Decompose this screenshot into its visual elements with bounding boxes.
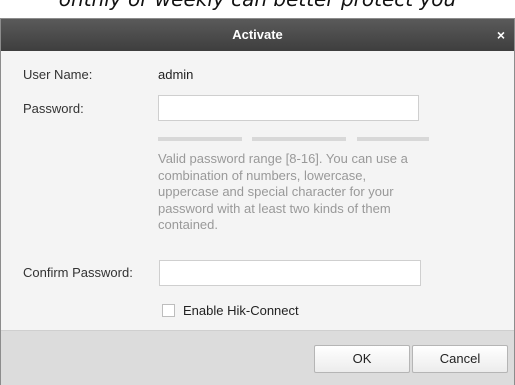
password-label: Password: — [23, 101, 84, 116]
strength-bar-medium — [252, 137, 346, 141]
hik-connect-checkbox[interactable] — [162, 304, 175, 317]
password-hint: Valid password range [8-16]. You can use… — [158, 151, 408, 232]
user-name-value: admin — [158, 67, 194, 82]
ok-button[interactable]: OK — [314, 345, 410, 373]
password-input[interactable] — [158, 95, 419, 121]
hik-connect-label[interactable]: Enable Hik-Connect — [183, 303, 299, 318]
confirm-password-input[interactable] — [159, 260, 421, 286]
background-window-text: onthly or weekly can better protect you — [0, 0, 515, 14]
dialog-title: Activate — [232, 27, 283, 42]
confirm-password-label: Confirm Password: — [23, 265, 133, 280]
user-name-label: User Name: — [23, 67, 93, 82]
dialog-titlebar: Activate × — [1, 19, 514, 51]
strength-bar-strong — [357, 137, 429, 141]
activate-dialog: Activate × User Name: admin Password: Va… — [0, 18, 515, 385]
dialog-footer: OK Cancel — [1, 330, 514, 385]
close-icon[interactable]: × — [494, 19, 508, 51]
cancel-button[interactable]: Cancel — [412, 345, 508, 373]
strength-bar-weak — [158, 137, 242, 141]
